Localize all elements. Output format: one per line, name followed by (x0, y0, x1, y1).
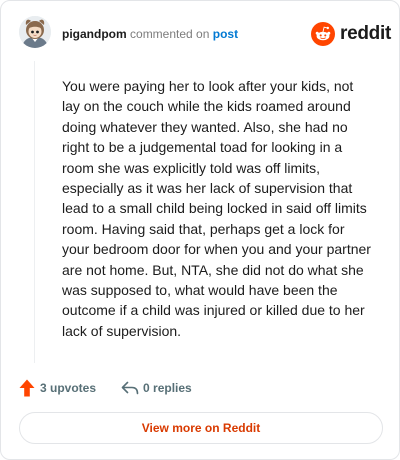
reddit-wordmark: reddit (340, 23, 391, 44)
view-more-button[interactable]: View more on Reddit (19, 412, 383, 444)
reddit-comment-embed: pigandpom commented on post reddit You w… (0, 0, 400, 460)
reddit-snoo-icon (311, 22, 335, 46)
username-link[interactable]: pigandpom (62, 27, 127, 41)
user-avatar-icon (19, 16, 51, 48)
view-more-label: View more on Reddit (141, 421, 261, 435)
reply-arrow-icon[interactable] (121, 381, 139, 395)
comment-body: You were paying her to look after your k… (62, 78, 371, 339)
avatar[interactable] (19, 16, 51, 48)
upvote-arrow-icon[interactable] (19, 379, 35, 397)
commented-on-text: commented on (130, 27, 210, 41)
reddit-logo[interactable]: reddit (311, 21, 391, 47)
post-link[interactable]: post (213, 27, 238, 41)
comment-header: pigandpom commented on post (62, 27, 238, 41)
upvote-count: 3 upvotes (40, 381, 97, 395)
reply-count: 0 replies (143, 381, 192, 395)
thread-line (34, 61, 35, 363)
comment-actions: 3 upvotes 0 replies (19, 378, 192, 398)
